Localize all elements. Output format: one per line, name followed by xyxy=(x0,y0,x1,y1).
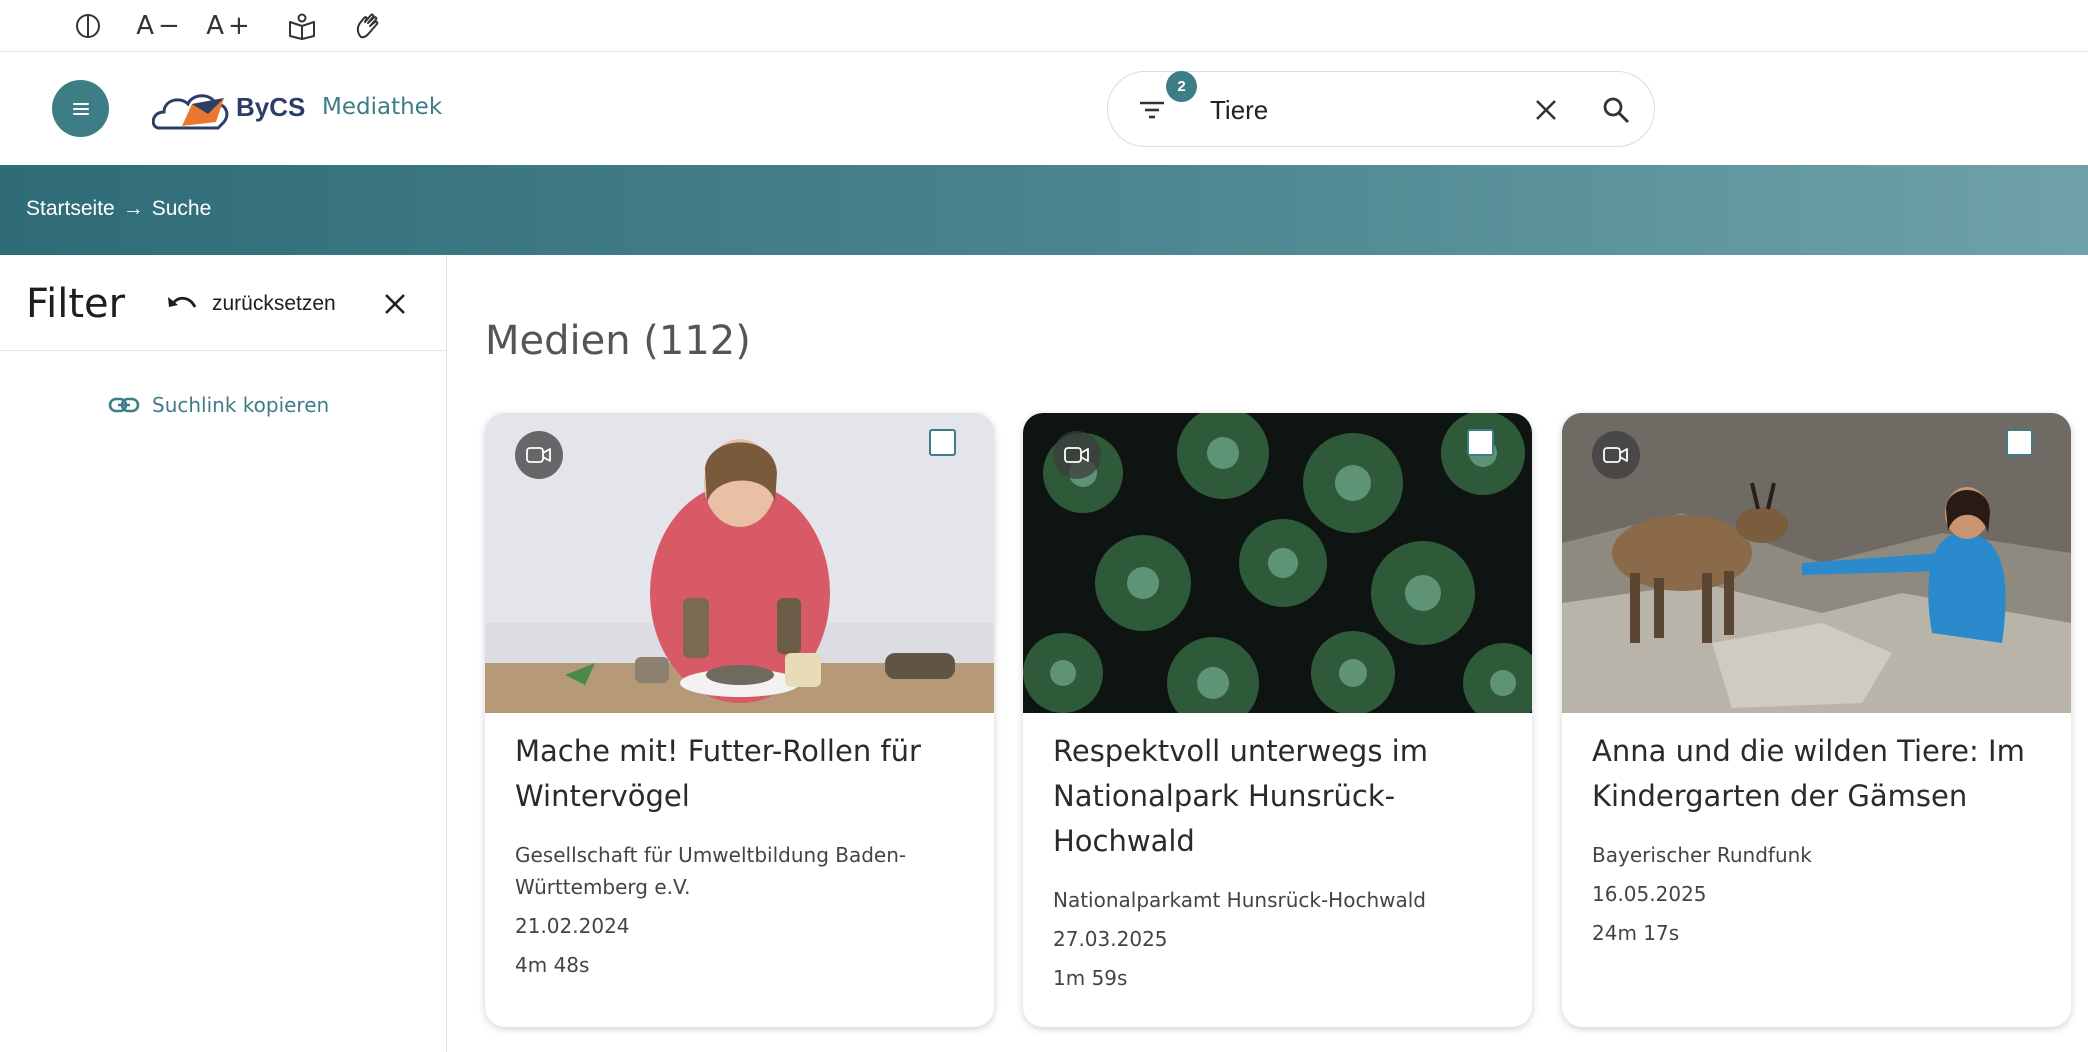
media-duration: 1m 59s xyxy=(1053,966,1128,990)
select-checkbox[interactable] xyxy=(2006,429,2033,456)
close-icon xyxy=(1536,100,1556,120)
breadcrumb-arrow-icon: → xyxy=(122,197,144,220)
copy-search-link-button[interactable]: Suchlink kopieren xyxy=(108,393,329,417)
link-icon xyxy=(108,397,140,413)
filter-sidebar: Filter zurücksetzen Suchlink kopieren xyxy=(0,255,447,1052)
hamburger-icon xyxy=(72,102,89,115)
media-duration: 24m 17s xyxy=(1592,921,1680,945)
reset-filter-label: zurücksetzen xyxy=(212,292,336,315)
clear-search-button[interactable] xyxy=(1528,92,1564,128)
media-publisher: Bayerischer Rundfunk xyxy=(1592,843,1812,867)
media-card[interactable]: Anna und die wilden Tiere: Im Kindergart… xyxy=(1562,413,2071,1027)
search-bar: 2 xyxy=(1107,71,1655,147)
font-decrease-glyph: A− xyxy=(136,10,184,41)
site-header: ByCS Mediathek 2 xyxy=(0,52,2088,165)
results-title: Medien (112) xyxy=(485,318,751,364)
menu-button[interactable] xyxy=(52,80,109,137)
app-name: Mediathek xyxy=(322,94,443,120)
search-input[interactable] xyxy=(1210,90,1510,130)
reset-filter-button[interactable]: zurücksetzen xyxy=(166,289,336,319)
contrast-icon[interactable] xyxy=(64,2,112,50)
media-publisher: Nationalparkamt Hunsrück-Hochwald xyxy=(1053,888,1426,912)
media-meta: Bayerischer Rundfunk 16.05.2025 24m 17s xyxy=(1592,839,2052,956)
close-icon xyxy=(385,294,405,314)
close-filter-button[interactable] xyxy=(378,287,412,321)
video-icon xyxy=(1592,431,1640,479)
breadcrumb: Startseite → Suche xyxy=(26,197,211,221)
select-checkbox[interactable] xyxy=(929,429,956,456)
filter-icon xyxy=(1140,101,1164,119)
sign-language-icon[interactable] xyxy=(344,2,392,50)
video-icon xyxy=(1053,431,1101,479)
media-thumbnail xyxy=(485,413,994,713)
filter-header: Filter zurücksetzen xyxy=(0,255,446,351)
search-icon xyxy=(1603,97,1630,124)
reading-icon[interactable] xyxy=(278,2,326,50)
copy-search-link-label: Suchlink kopieren xyxy=(152,393,330,417)
media-card[interactable]: Mache mit! Futter-Rollen für Wintervögel… xyxy=(485,413,994,1027)
media-date: 16.05.2025 xyxy=(1592,882,1707,906)
media-publisher: Gesellschaft für Umweltbildung Baden-Wür… xyxy=(515,843,907,899)
logo-wordmark: ByCS xyxy=(236,92,306,122)
font-decrease-icon[interactable]: A− xyxy=(130,2,190,50)
font-increase-icon[interactable]: A+ xyxy=(200,2,260,50)
select-checkbox[interactable] xyxy=(1467,429,1494,456)
media-card[interactable]: Respektvoll unterwegs im Nationalpark Hu… xyxy=(1023,413,1532,1027)
media-thumbnail xyxy=(1023,413,1532,713)
media-title: Mache mit! Futter-Rollen für Wintervögel xyxy=(515,734,921,813)
media-title: Respektvoll unterwegs im Nationalpark Hu… xyxy=(1053,734,1428,858)
media-date: 27.03.2025 xyxy=(1053,927,1168,951)
breadcrumb-banner: Startseite → Suche xyxy=(0,165,2088,255)
media-duration: 4m 48s xyxy=(515,953,590,977)
undo-icon xyxy=(168,296,197,308)
filter-toggle-button[interactable] xyxy=(1136,94,1168,126)
media-meta: Nationalparkamt Hunsrück-Hochwald 27.03.… xyxy=(1053,884,1513,1001)
search-button[interactable] xyxy=(1598,92,1634,128)
media-title: Anna und die wilden Tiere: Im Kindergart… xyxy=(1592,734,2025,813)
breadcrumb-home-link[interactable]: Startseite xyxy=(26,197,115,221)
accessibility-toolbar: A− A+ xyxy=(0,0,2088,52)
media-meta: Gesellschaft für Umweltbildung Baden-Wür… xyxy=(515,839,975,988)
video-icon xyxy=(515,431,563,479)
font-increase-glyph: A+ xyxy=(206,10,254,41)
media-date: 21.02.2024 xyxy=(515,914,630,938)
media-thumbnail xyxy=(1562,413,2071,713)
filter-count-badge: 2 xyxy=(1166,71,1197,102)
filter-title: Filter xyxy=(26,281,126,327)
breadcrumb-current: Suche xyxy=(151,197,212,220)
